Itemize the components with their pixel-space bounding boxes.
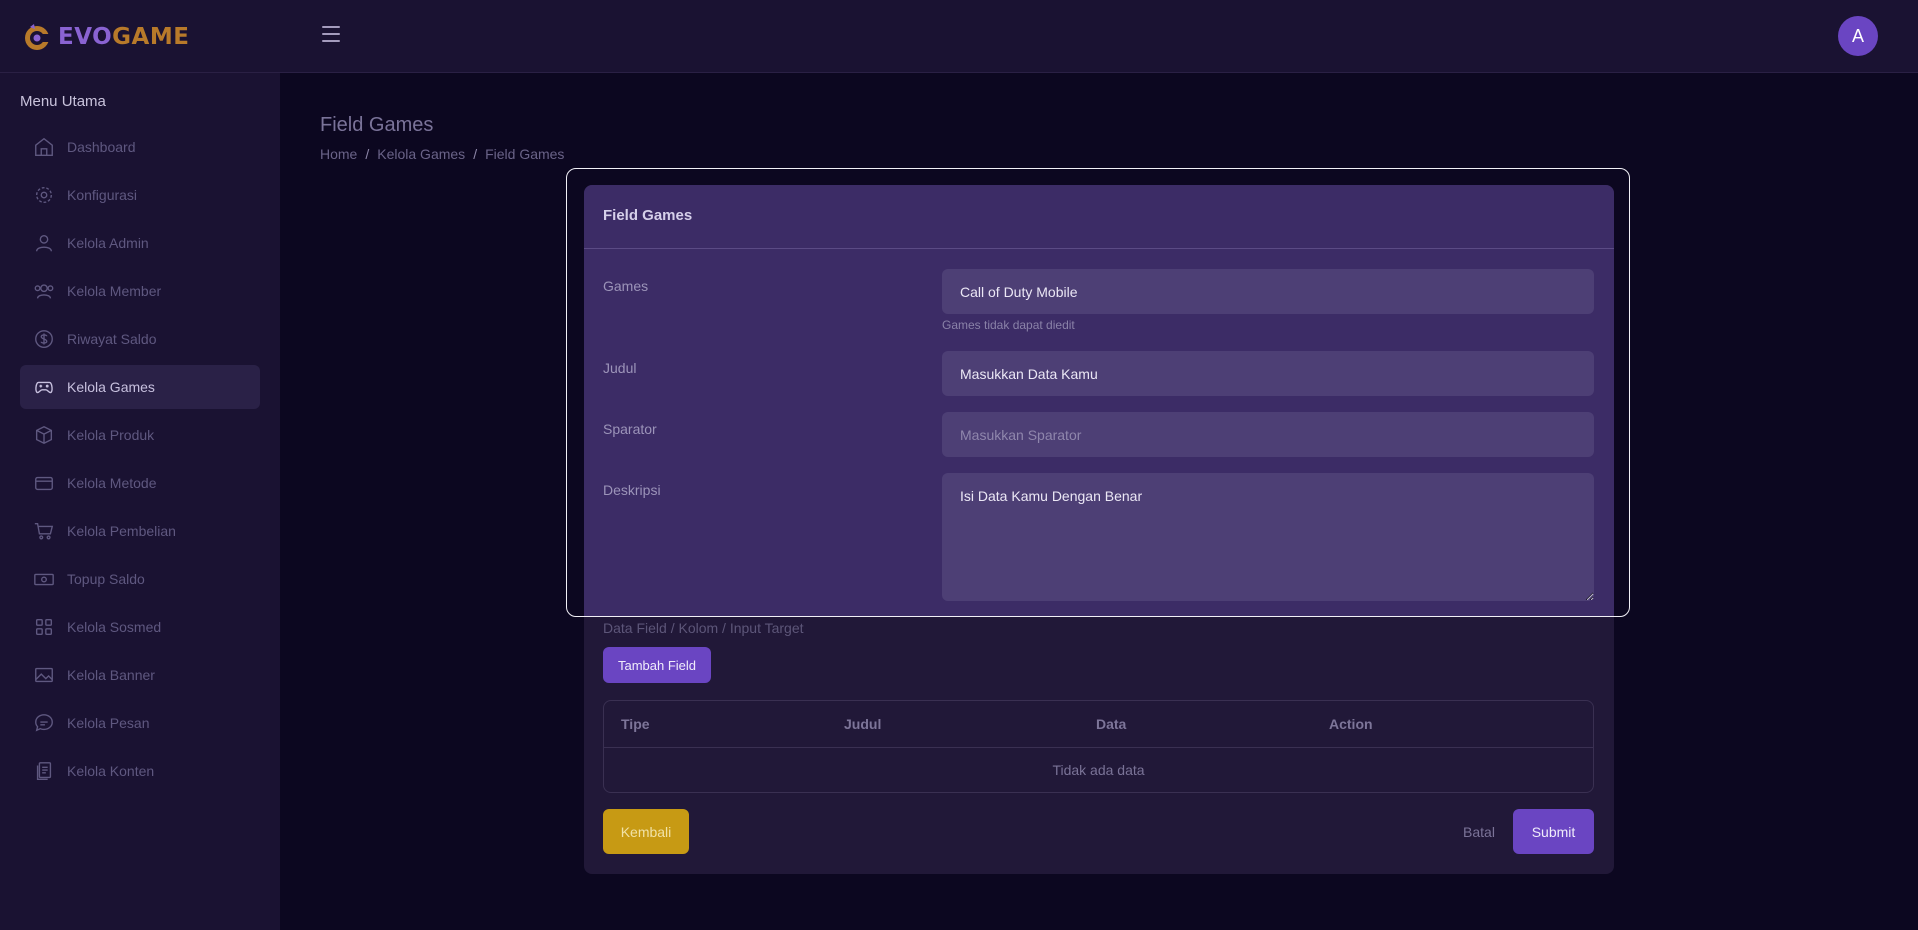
- field-games-card: Field Games Games Games tidak dapat died…: [584, 185, 1614, 874]
- sidebar-item-label: Kelola Banner: [67, 667, 155, 683]
- sidebar-item-kelola-member[interactable]: Kelola Member: [20, 269, 260, 313]
- sidebar-item-kelola-metode[interactable]: Kelola Metode: [20, 461, 260, 505]
- sidebar-item-dashboard[interactable]: Dashboard: [20, 125, 260, 169]
- breadcrumb: Home / Kelola Games / Field Games: [320, 146, 564, 162]
- sidebar-item-label: Topup Saldo: [67, 571, 145, 587]
- breadcrumb-link-kelola-games[interactable]: Kelola Games: [377, 146, 465, 162]
- sidebar-item-kelola-pembelian[interactable]: Kelola Pembelian: [20, 509, 260, 553]
- user-icon: [35, 234, 53, 252]
- games-hint: Games tidak dapat diedit: [942, 318, 1075, 332]
- sidebar-item-riwayat-saldo[interactable]: Riwayat Saldo: [20, 317, 260, 361]
- games-field[interactable]: [942, 269, 1594, 314]
- fields-table: Tipe Judul Data Action Tidak ada data: [603, 700, 1594, 793]
- sidebar-item-kelola-sosmed[interactable]: Kelola Sosmed: [20, 605, 260, 649]
- menu-toggle-icon[interactable]: [322, 26, 340, 46]
- divider: [584, 248, 1614, 249]
- column-header-data: Data: [1096, 716, 1127, 732]
- sidebar-item-kelola-konten[interactable]: Kelola Konten: [20, 749, 260, 793]
- table-empty-state: Tidak ada data: [1052, 762, 1145, 778]
- sidebar-item-kelola-games[interactable]: Kelola Games: [20, 365, 260, 409]
- gear-icon: [35, 186, 53, 204]
- sidebar-item-kelola-banner[interactable]: Kelola Banner: [20, 653, 260, 697]
- dollar-icon: [35, 330, 53, 348]
- breadcrumb-current: Field Games: [485, 146, 565, 162]
- gamepad-icon: [35, 381, 53, 394]
- sidebar-item-label: Kelola Sosmed: [67, 619, 162, 635]
- add-field-button[interactable]: Tambah Field: [603, 647, 711, 683]
- column-header-action: Action: [1329, 716, 1373, 732]
- sidebar-title: Menu Utama: [20, 93, 106, 110]
- judul-field[interactable]: [942, 351, 1594, 396]
- brand-logo[interactable]: EVOGAME: [22, 20, 189, 54]
- back-button[interactable]: Kembali: [603, 809, 689, 854]
- box-icon: [35, 425, 53, 445]
- sparator-label: Sparator: [603, 421, 657, 437]
- sidebar-menu: Dashboard Konfigurasi Kelola Admin Kelol…: [20, 125, 260, 797]
- fields-section-label: Data Field / Kolom / Input Target: [603, 620, 804, 636]
- sidebar-item-label: Riwayat Saldo: [67, 331, 157, 347]
- sidebar-item-kelola-admin[interactable]: Kelola Admin: [20, 221, 260, 265]
- sidebar-item-label: Kelola Konten: [67, 763, 155, 779]
- judul-label: Judul: [603, 360, 637, 376]
- deskripsi-field[interactable]: Isi Data Kamu Dengan Benar: [942, 473, 1594, 601]
- submit-button[interactable]: Submit: [1513, 809, 1594, 854]
- cart-icon: [34, 522, 54, 540]
- image-icon: [35, 667, 53, 683]
- chat-icon: [35, 714, 53, 732]
- brand-name: EVOGAME: [58, 24, 190, 50]
- sidebar-item-label: Kelola Produk: [67, 427, 155, 443]
- card-icon: [35, 476, 53, 491]
- sidebar-item-konfigurasi[interactable]: Konfigurasi: [20, 173, 260, 217]
- grid-icon: [35, 618, 53, 636]
- page-title: Field Games: [320, 114, 434, 136]
- column-header-judul: Judul: [844, 716, 882, 732]
- sidebar-item-kelola-pesan[interactable]: Kelola Pesan: [20, 701, 260, 745]
- home-icon: [35, 137, 53, 156]
- deskripsi-label: Deskripsi: [603, 482, 661, 498]
- document-icon: [36, 762, 52, 780]
- sidebar-item-label: Kelola Pesan: [67, 715, 150, 731]
- cancel-button[interactable]: Batal: [1449, 809, 1509, 854]
- logo-icon: [25, 24, 49, 50]
- users-icon: [34, 284, 54, 299]
- sidebar-item-label: Kelola Pembelian: [67, 523, 176, 539]
- form-section: Field Games Games Games tidak dapat died…: [584, 185, 1614, 617]
- sidebar: Menu Utama Dashboard Konfigurasi Kelola …: [0, 73, 280, 930]
- breadcrumb-link-home[interactable]: Home: [320, 146, 357, 162]
- games-label: Games: [603, 278, 649, 294]
- sidebar-item-label: Kelola Admin: [67, 235, 149, 251]
- sidebar-item-topup-saldo[interactable]: Topup Saldo: [20, 557, 260, 601]
- sidebar-item-label: Konfigurasi: [67, 187, 138, 203]
- breadcrumb-separator: /: [365, 146, 370, 162]
- sidebar-item-label: Dashboard: [67, 139, 136, 155]
- sidebar-item-label: Kelola Metode: [67, 475, 157, 491]
- sidebar-item-label: Kelola Member: [67, 283, 162, 299]
- top-bar: EVOGAME A: [0, 0, 1918, 73]
- sidebar-item-label: Kelola Games: [67, 379, 155, 395]
- money-icon: [34, 573, 54, 586]
- sparator-field[interactable]: [942, 412, 1594, 457]
- sidebar-item-kelola-produk[interactable]: Kelola Produk: [20, 413, 260, 457]
- breadcrumb-separator: /: [473, 146, 478, 162]
- column-header-tipe: Tipe: [621, 716, 650, 732]
- card-title: Field Games: [603, 207, 693, 224]
- avatar[interactable]: A: [1838, 16, 1878, 56]
